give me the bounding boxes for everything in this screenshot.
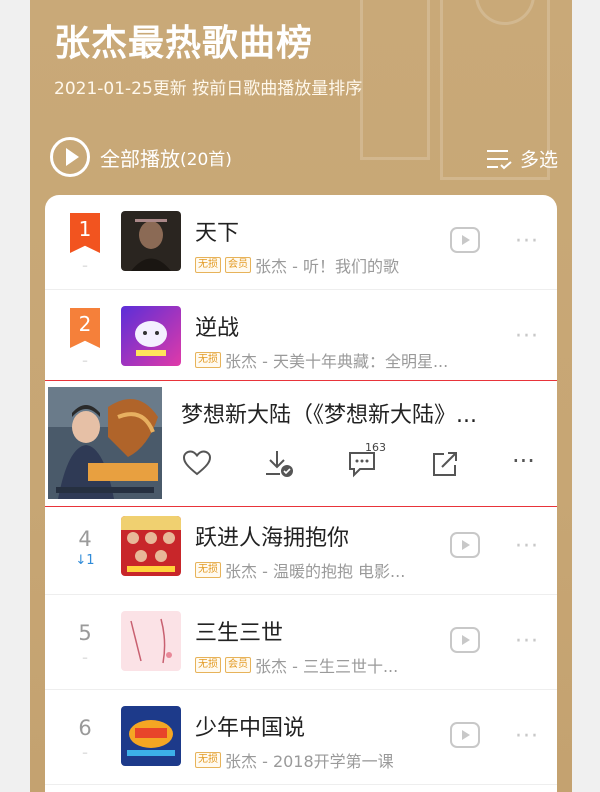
play-circle-icon [50,137,90,177]
album-cover [48,387,162,499]
album-cover [121,611,181,671]
song-row[interactable]: 1 – 天下 无损 会员 张杰 - 听！我们的歌 ··· [45,195,557,290]
song-title: 三生三世 [195,621,284,646]
song-meta: 无损 张杰 - 温暖的抱抱 电影... [195,558,405,582]
artist-album: 张杰 - 2018开学第一课 [225,752,394,771]
rank-number: 4 [78,527,92,551]
rank-column: 2 – [45,290,125,385]
song-title: 少年中国说 [195,716,306,741]
artist-album: 张杰 - 三生三世十... [255,657,399,676]
song-row[interactable]: 4 ↓1 跃进人海拥抱你 无损 张杰 - 温暖的抱抱 电影... ··· [45,500,557,595]
mv-play-icon[interactable] [450,227,480,253]
lossless-tag: 无损 [195,752,221,768]
song-title: 跃进人海拥抱你 [195,526,350,551]
rank-number: 1 [78,217,92,241]
mv-play-icon[interactable] [450,627,480,653]
rank-column: 6 – [45,690,125,785]
mv-play-icon[interactable] [450,722,480,748]
rank-change: – [82,259,88,272]
mv-play-icon[interactable] [450,532,480,558]
header-decoration [360,0,430,160]
chart-page: 张杰最热歌曲榜 2021-01-25更新 按前日歌曲播放量排序 全部播放 (20… [30,0,572,792]
album-cover [121,516,181,576]
song-row[interactable]: 2 – 逆战 无损 张杰 - 天美十年典藏：全明星... ··· [45,290,557,385]
rank-column: 5 – [45,595,125,690]
song-meta: 无损 张杰 - 2018开学第一课 [195,748,394,772]
lossless-tag: 无损 [195,562,221,578]
song-title: 天下 [195,221,240,246]
multiselect-icon [486,149,512,169]
song-meta: 无损 会员 张杰 - 听！我们的歌 [195,253,399,277]
vip-tag: 会员 [225,657,251,673]
song-row[interactable]: 5 – 三生三世 无损 会员 张杰 - 三生三世十... ··· [45,595,557,690]
update-info: 2021-01-25更新 按前日歌曲播放量排序 [54,79,363,99]
rank-flag: 2 [70,308,100,348]
page-title: 张杰最热歌曲榜 [54,23,314,64]
vip-tag: 会员 [225,257,251,273]
artist-album: 张杰 - 听！我们的歌 [255,257,399,276]
lossless-tag: 无损 [195,257,221,273]
rank-change: – [82,746,88,759]
album-cover [121,706,181,766]
more-icon[interactable]: ··· [512,447,535,475]
more-icon[interactable]: ··· [515,724,539,749]
artist-album: 张杰 - 天美十年典藏：全明星... [225,352,449,371]
multiselect-label: 多选 [519,149,558,171]
rank-number: 6 [78,716,92,740]
multiselect-button[interactable]: 多选 [486,145,558,172]
lossless-tag: 无损 [195,352,221,368]
artist-album: 张杰 - 温暖的抱抱 电影... [225,562,406,581]
heart-icon[interactable] [182,449,212,477]
album-cover [121,306,181,366]
album-cover [121,211,181,271]
lossless-tag: 无损 [195,657,221,673]
song-list: 1 – 天下 无损 会员 张杰 - 听！我们的歌 ··· 2 – 逆战 无损 张… [45,195,557,792]
more-icon[interactable]: ··· [515,534,539,559]
more-icon[interactable]: ··· [515,229,539,254]
rank-number: 5 [78,621,92,645]
song-title: 逆战 [195,316,240,341]
rank-change: – [82,651,88,664]
song-meta: 无损 张杰 - 天美十年典藏：全明星... [195,348,448,372]
rank-column: 1 – [45,195,125,290]
expanded-song-row[interactable]: 梦想新大陆（《梦想新大陆》... 163 ··· [45,380,557,507]
song-title: 梦想新大陆（《梦想新大陆》... [181,403,477,428]
song-meta: 无损 会员 张杰 - 三生三世十... [195,653,398,677]
share-icon[interactable] [430,449,460,479]
rank-change: – [82,354,88,367]
rank-number: 2 [78,312,92,336]
download-icon[interactable] [264,449,296,479]
song-row[interactable]: 6 – 少年中国说 无损 张杰 - 2018开学第一课 ··· [45,690,557,785]
rank-column: 4 ↓1 [45,500,125,595]
more-icon[interactable]: ··· [515,629,539,654]
play-all-count: (20首) [180,149,232,170]
rank-change: ↓1 [75,553,95,568]
play-all-label: 全部播放 [100,146,180,171]
comment-count: 163 [365,441,386,454]
more-icon[interactable]: ··· [515,324,539,349]
rank-flag: 1 [70,213,100,253]
play-all-button[interactable]: 全部播放 (20首) [50,137,232,177]
song-actions: 163 ··· [182,441,552,489]
